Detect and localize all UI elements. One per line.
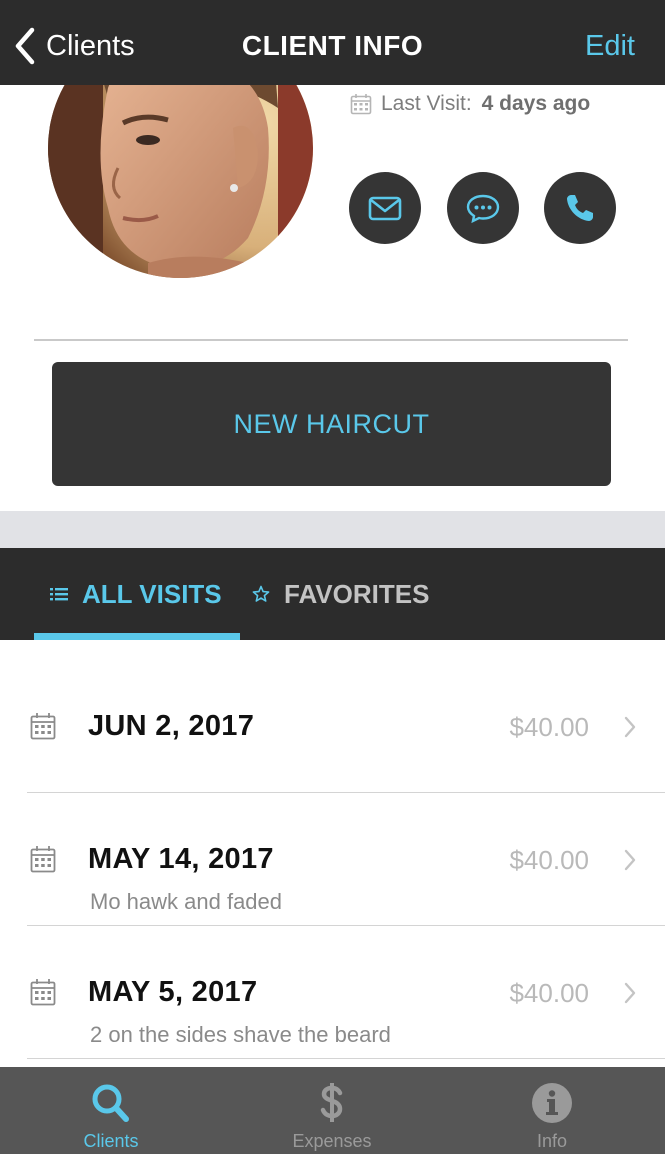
- profile-divider: [34, 339, 628, 341]
- tabbar-item-expenses[interactable]: Expenses: [221, 1067, 443, 1154]
- chat-bubble-icon: [466, 194, 500, 224]
- email-button[interactable]: [349, 172, 421, 244]
- chevron-right-icon: [624, 716, 636, 738]
- visit-date: MAY 5, 2017: [88, 976, 258, 1008]
- phone-icon: [567, 195, 593, 221]
- visit-price: $40.00: [509, 978, 589, 1008]
- visit-note: Mo hawk and faded: [90, 889, 283, 914]
- tab-all-visits[interactable]: ALL VISITS: [34, 548, 240, 640]
- tab-favorites[interactable]: FAVORITES: [252, 548, 429, 640]
- visit-date: MAY 14, 2017: [88, 843, 274, 875]
- search-icon: [92, 1084, 129, 1122]
- visit-row[interactable]: MAY 14, 2017 $40.00 Mo hawk and faded: [0, 793, 665, 926]
- message-button[interactable]: [447, 172, 519, 244]
- tabbar-label: Clients: [83, 1131, 139, 1151]
- tab-all-visits-label: ALL VISITS: [82, 578, 222, 609]
- visit-row[interactable]: JUN 2, 2017 $40.00: [0, 660, 665, 793]
- calendar-icon: [30, 713, 56, 740]
- last-visit-label: Last Visit:: [381, 92, 472, 115]
- list-icon: [50, 588, 68, 601]
- tabbar-label: Expenses: [292, 1131, 372, 1151]
- info-icon: [532, 1083, 572, 1123]
- calendar-icon: [350, 94, 372, 115]
- dollar-icon: [320, 1083, 343, 1122]
- last-visit-value: 4 days ago: [481, 92, 591, 115]
- visit-price: $40.00: [509, 845, 589, 875]
- active-tab-indicator: [34, 633, 240, 640]
- back-to-clients-button[interactable]: Clients: [12, 26, 135, 66]
- tab-favorites-label: FAVORITES: [284, 578, 430, 609]
- row-divider: [27, 1058, 665, 1059]
- back-label: Clients: [46, 29, 135, 62]
- tabbar-item-clients[interactable]: Clients: [0, 1067, 222, 1154]
- chevron-right-icon: [624, 982, 636, 1004]
- section-spacer: [0, 511, 665, 548]
- call-button[interactable]: [544, 172, 616, 244]
- last-visit: Last Visit: 4 days ago: [350, 92, 590, 116]
- calendar-icon: [30, 979, 56, 1006]
- calendar-icon: [30, 846, 56, 873]
- visit-price: $40.00: [509, 712, 589, 742]
- chevron-left-icon: [15, 27, 35, 65]
- new-haircut-button[interactable]: NEW HAIRCUT: [52, 362, 611, 486]
- visit-note: 2 on the sides shave the beard: [90, 1022, 391, 1047]
- visit-date: JUN 2, 2017: [88, 710, 255, 742]
- tabbar-item-info[interactable]: Info: [441, 1067, 663, 1154]
- visit-row[interactable]: MAY 5, 2017 $40.00 2 on the sides shave …: [0, 926, 665, 1059]
- top-navbar: Clients CLIENT INFO Edit: [0, 0, 665, 85]
- chevron-right-icon: [624, 849, 636, 871]
- tabbar-label: Info: [536, 1131, 568, 1151]
- bottom-tab-bar: Clients Expenses Info: [0, 1067, 665, 1154]
- visits-tabs: ALL VISITS FAVORITES: [0, 548, 665, 640]
- star-icon: [252, 585, 270, 602]
- edit-button[interactable]: Edit: [585, 30, 635, 63]
- envelope-icon: [368, 196, 402, 221]
